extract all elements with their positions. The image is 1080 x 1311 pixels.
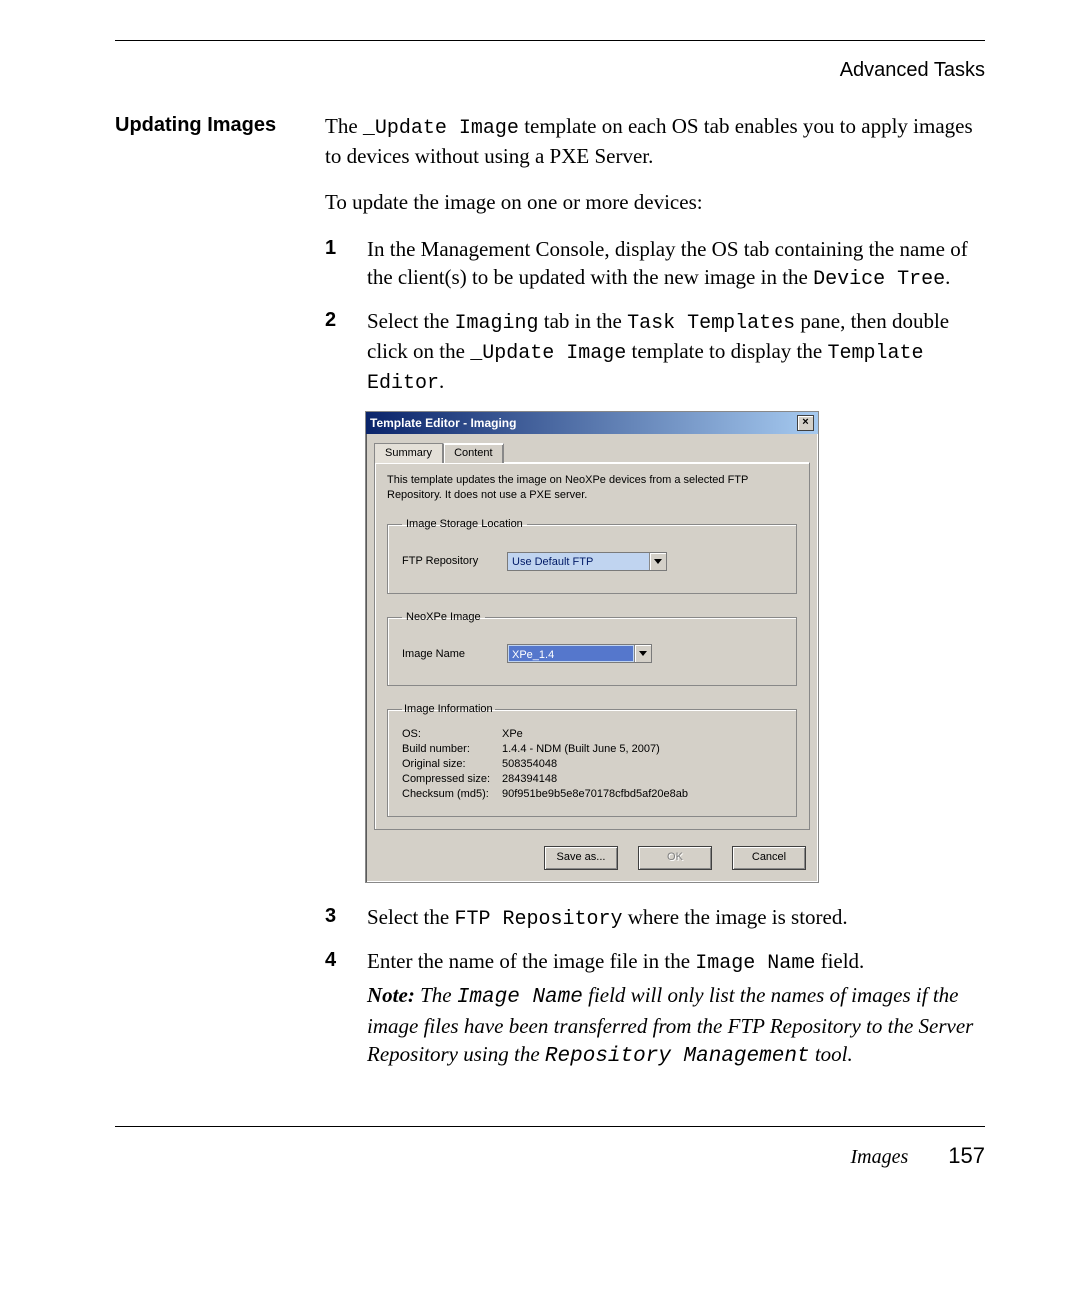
ftp-repository-label: FTP Repository — [402, 554, 507, 569]
step-3: 3 Select the FTP Repository where the im… — [325, 903, 985, 933]
group-neoxpe-image: NeoXPe Image Image Name XPe_1.4 — [387, 610, 797, 687]
step-4: 4 Enter the name of the image file in th… — [325, 947, 985, 1072]
group-legend: Image Storage Location — [402, 517, 527, 532]
image-name-value: XPe_1.4 — [509, 646, 633, 661]
dialog-description: This template updates the image on NeoXP… — [387, 473, 797, 503]
bottom-rule — [115, 1126, 985, 1127]
intro-paragraph-2: To update the image on one or more devic… — [325, 188, 985, 216]
info-row-build: Build number: 1.4.4 - NDM (Built June 5,… — [402, 742, 782, 757]
info-row-compressed-size: Compressed size: 284394148 — [402, 772, 782, 787]
intro-paragraph-1: The _Update Image template on each OS ta… — [325, 112, 985, 170]
group-image-storage-location: Image Storage Location FTP Repository Us… — [387, 517, 797, 594]
image-name-combo[interactable]: XPe_1.4 — [507, 644, 652, 663]
running-header: Advanced Tasks — [115, 59, 985, 82]
image-name-label: Image Name — [402, 647, 507, 662]
template-editor-dialog: Template Editor - Imaging × Summary Cont… — [365, 411, 819, 882]
ftp-repository-combo[interactable]: Use Default FTP — [507, 552, 667, 571]
step-2: 2 Select the Imaging tab in the Task Tem… — [325, 307, 985, 397]
chevron-down-icon[interactable] — [649, 553, 666, 570]
group-image-information: Image Information OS: XPe Build number: … — [387, 702, 797, 816]
note: Note: The Image Name field will only lis… — [367, 981, 985, 1072]
step-number: 4 — [325, 947, 336, 974]
group-legend: Image Information — [402, 702, 495, 717]
footer-section-name: Images — [851, 1146, 909, 1169]
close-button[interactable]: × — [797, 415, 814, 431]
cancel-button[interactable]: Cancel — [732, 846, 806, 870]
footer-page-number: 157 — [948, 1143, 985, 1169]
tab-content[interactable]: Content — [443, 443, 504, 463]
step-number: 2 — [325, 307, 336, 334]
ok-button[interactable]: OK — [638, 846, 712, 870]
group-legend: NeoXPe Image — [402, 610, 485, 625]
info-row-os: OS: XPe — [402, 727, 782, 742]
top-rule — [115, 40, 985, 41]
info-row-checksum: Checksum (md5): 90f951be9b5e8e70178cfbd5… — [402, 787, 782, 802]
info-row-original-size: Original size: 508354048 — [402, 757, 782, 772]
tab-summary[interactable]: Summary — [374, 443, 443, 463]
save-as-button[interactable]: Save as... — [544, 846, 618, 870]
step-1: 1 In the Management Console, display the… — [325, 235, 985, 293]
dialog-titlebar: Template Editor - Imaging × — [366, 412, 818, 434]
section-heading: Updating Images — [115, 114, 325, 137]
step-number: 3 — [325, 903, 336, 930]
step-number: 1 — [325, 235, 336, 262]
ftp-repository-value: Use Default FTP — [508, 553, 649, 570]
chevron-down-icon[interactable] — [634, 645, 651, 662]
dialog-title: Template Editor - Imaging — [370, 415, 516, 431]
